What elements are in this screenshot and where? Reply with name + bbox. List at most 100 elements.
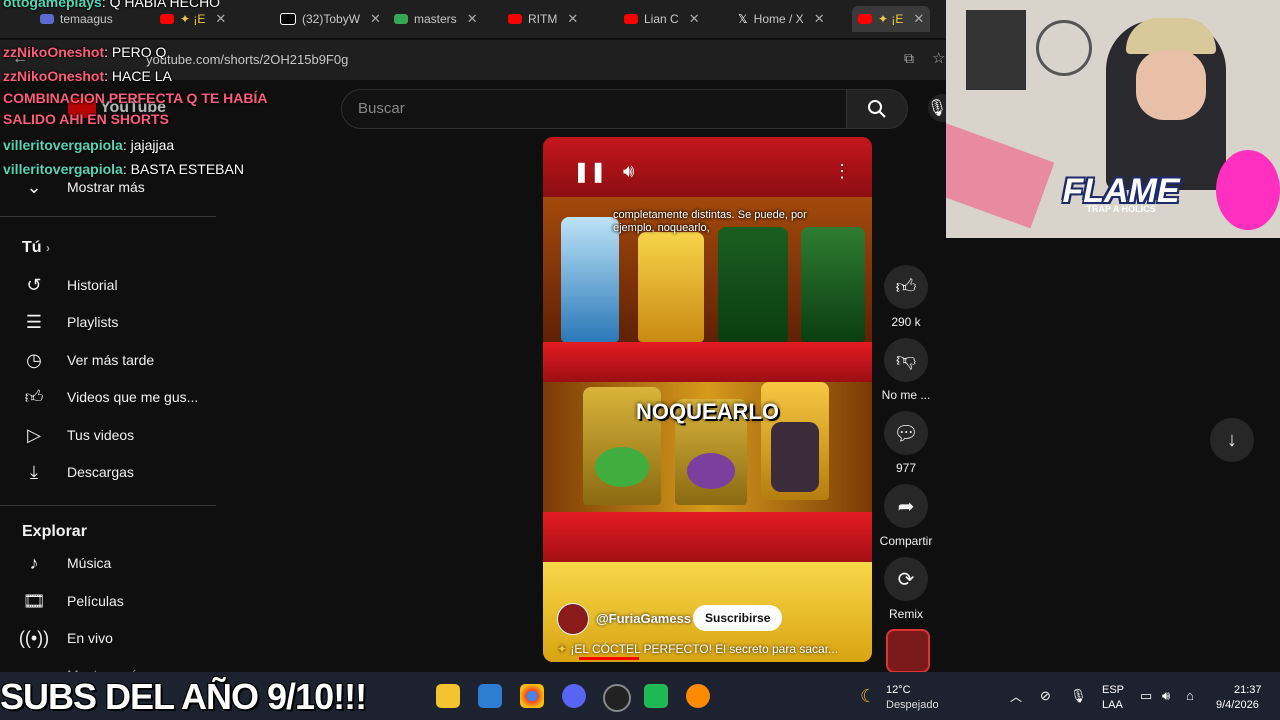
sound-thumbnail[interactable] — [886, 629, 930, 673]
webcam-overlay: FLAME TRAP A HOLICS — [946, 0, 1280, 238]
shorts-video-player[interactable]: ❚❚ 🔊︎ ⋮ completamente distintas. Se pued… — [543, 137, 872, 662]
sidebar-item-music[interactable]: ♪ Música — [22, 546, 112, 580]
discord-icon[interactable] — [562, 684, 586, 708]
tab-label: Lian C — [644, 12, 679, 26]
clock-time[interactable]: 21:37 — [1234, 684, 1262, 696]
weather-temp[interactable]: 12°C — [886, 684, 911, 696]
sidebar-item-your-videos[interactable]: ▷ Tus videos — [22, 418, 134, 452]
more-options-icon[interactable]: ⋮ — [833, 161, 851, 182]
close-tab-icon[interactable]: ✕ — [814, 11, 825, 27]
chat-text: COMBINACION PERFECTA Q TE HABÍA — [3, 90, 268, 106]
search-button[interactable] — [846, 89, 908, 129]
close-tab-icon[interactable]: ✕ — [467, 11, 478, 27]
battery-icon[interactable]: ⌂ — [1186, 688, 1194, 703]
video-title: ✦ ¡EL CÓCTEL PERFECTO! El secreto para s… — [557, 642, 862, 656]
comments-button[interactable]: 💬︎ 977 — [876, 411, 936, 475]
search-icon — [868, 100, 886, 118]
green-bottle — [718, 227, 788, 342]
sidebar-item-liked[interactable]: 👍︎ Videos que me gus... — [22, 380, 199, 414]
chat-separator: : — [101, 0, 110, 10]
browser-tab-active[interactable]: ✦ ¡E ✕ — [852, 6, 931, 32]
blue-bottle — [561, 217, 619, 342]
file-explorer-icon[interactable] — [436, 684, 460, 708]
dislike-button[interactable]: 👎︎ No me ... — [876, 338, 936, 402]
chat-separator: : — [104, 44, 112, 60]
youtube-favicon-icon — [624, 14, 638, 24]
chat-text: SALIDO AHI EN SHORTS — [3, 111, 169, 127]
browser-tab[interactable]: (32)TobyW ✕ — [280, 6, 381, 32]
poster — [966, 10, 1026, 90]
obs-icon[interactable] — [603, 684, 631, 712]
volume-icon[interactable]: 🔊︎ — [623, 161, 634, 182]
chat-message: COMBINACION PERFECTA Q TE HABÍA — [3, 90, 267, 106]
channel-name[interactable]: @FuriaGamess — [596, 611, 691, 626]
pause-icon[interactable]: ❚❚ — [573, 159, 607, 184]
weather-desc[interactable]: Despejado — [886, 699, 939, 711]
close-tab-icon[interactable]: ✕ — [913, 11, 924, 27]
section-explore: Explorar — [22, 523, 87, 540]
next-video-button[interactable]: ↓ — [1210, 418, 1254, 462]
app-icon-2[interactable] — [686, 684, 710, 708]
browser-tab[interactable]: masters ✕ — [394, 6, 478, 32]
close-tab-icon[interactable]: ✕ — [215, 11, 226, 27]
close-tab-icon[interactable]: ✕ — [567, 11, 578, 27]
install-app-icon[interactable]: ⧉ — [904, 50, 914, 67]
clock-date[interactable]: 9/4/2026 — [1216, 699, 1259, 711]
face — [1136, 50, 1206, 120]
arrow-down-icon: ↓ — [1227, 428, 1237, 451]
sidebar-item-movies[interactable]: 🎞︎ Películas — [22, 584, 124, 618]
mic-tray-icon[interactable]: 🎙 — [1070, 688, 1087, 704]
chat-text: PERO Q — [111, 44, 167, 60]
bookmark-star-icon[interactable]: ☆ — [932, 49, 945, 67]
sidebar-item-playlists[interactable]: ☰ Playlists — [22, 305, 118, 339]
chrome-icon[interactable] — [520, 684, 544, 708]
app-icon[interactable] — [644, 684, 668, 708]
fan — [1036, 20, 1092, 76]
url-field[interactable]: youtube.com/shorts/2OH215b9F0g — [146, 52, 348, 67]
clock-icon: ◷ — [26, 349, 42, 370]
flame-logo-sub: TRAP A HOLICS — [1086, 204, 1156, 214]
channel-avatar[interactable] — [557, 603, 589, 635]
section-you[interactable]: Tú › — [22, 239, 50, 257]
browser-tab[interactable]: 𝕏 Home / X ✕ — [738, 6, 825, 32]
tray-chevron-icon[interactable]: ︿ — [1010, 688, 1022, 705]
store-icon[interactable] — [478, 684, 502, 708]
display-icon[interactable]: ▭ — [1140, 688, 1152, 704]
chevron-down-icon: ⌄ — [26, 176, 42, 197]
sparkle-icon: ✦ ¡E — [180, 12, 206, 26]
tab-label: masters — [414, 12, 457, 26]
your-videos-icon: ▷ — [27, 424, 41, 445]
sidebar-item-history[interactable]: ↺ Historial — [22, 268, 117, 302]
chat-separator: : — [122, 137, 131, 153]
sidebar-divider — [0, 216, 216, 217]
layout-label[interactable]: LAA — [1102, 699, 1123, 711]
subscribe-button[interactable]: Suscribirse — [693, 605, 783, 631]
like-button[interactable]: 👍︎ 290 k — [876, 265, 936, 329]
sidebar-item-downloads[interactable]: ⤓ Descargas — [22, 455, 134, 489]
cap — [1126, 18, 1216, 54]
youtube-favicon-icon — [508, 14, 522, 24]
music-note-icon: ♪ — [29, 552, 39, 573]
subs-overlay-text: SUBS DEL AÑO 9/10!!! — [0, 676, 367, 717]
chat-message: zzNikoOneshot: HACE LA — [3, 68, 172, 84]
volume-tray-icon[interactable]: 🔊︎ — [1162, 688, 1170, 704]
sidebar-item-watch-later[interactable]: ◷ Ver más tarde — [22, 343, 154, 377]
search-input[interactable]: Buscar — [341, 89, 848, 129]
chat-username: zzNikoOneshot — [3, 44, 105, 60]
network-off-icon[interactable]: ⊘ — [1040, 688, 1051, 704]
remix-button[interactable]: ⟳ Remix — [876, 557, 936, 621]
sidebar-item-live[interactable]: ((•)) En vivo — [19, 621, 113, 655]
lang-label[interactable]: ESP — [1102, 684, 1124, 696]
youtube-favicon-icon — [160, 14, 174, 24]
browser-tab[interactable]: RITM ✕ — [508, 6, 578, 32]
sidebar-item-label: Música — [67, 555, 112, 571]
progress-bar[interactable] — [579, 657, 639, 660]
like-count: 290 k — [891, 315, 921, 329]
share-button[interactable]: ➦ Compartir — [876, 484, 936, 548]
microphone-icon[interactable]: 🎙 — [927, 94, 947, 122]
buddha-sticker — [1216, 150, 1280, 230]
browser-tab[interactable]: Lian C ✕ — [624, 6, 700, 32]
chat-username: villeritovergapiola — [3, 161, 123, 177]
close-tab-icon[interactable]: ✕ — [689, 11, 700, 27]
close-tab-icon[interactable]: ✕ — [370, 11, 381, 27]
